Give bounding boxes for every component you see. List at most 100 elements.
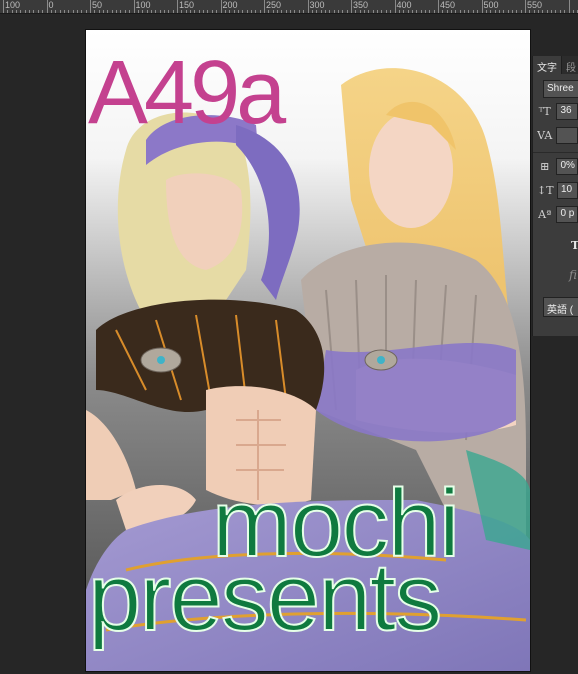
tracking-field[interactable] xyxy=(556,127,578,144)
baseline-field[interactable]: 0 p xyxy=(556,206,578,223)
ruler-minor-tick xyxy=(203,10,205,13)
ruler-minor-tick xyxy=(498,10,500,13)
ruler-major-tick xyxy=(307,0,309,13)
ruler-minor-tick xyxy=(81,10,83,13)
ruler-major-tick xyxy=(438,0,439,13)
ruler-minor-tick xyxy=(124,10,126,13)
ruler-minor-tick xyxy=(407,10,409,13)
ruler-minor-tick xyxy=(455,10,457,13)
tab-character[interactable]: 文字 xyxy=(533,56,562,74)
tab-paragraph[interactable]: 段 xyxy=(562,56,578,74)
ruler-minor-tick xyxy=(16,10,18,13)
ruler-major-tick xyxy=(394,0,396,13)
ligature-button[interactable]: fi xyxy=(569,268,577,282)
ruler-minor-tick xyxy=(207,10,209,13)
ruler-minor-tick xyxy=(242,10,244,13)
ruler-label: 150 xyxy=(179,0,195,10)
ruler-minor-tick xyxy=(107,10,109,13)
ruler-minor-tick xyxy=(20,10,22,13)
ruler-minor-tick xyxy=(320,10,322,13)
document-canvas[interactable]: A49a mochi presents xyxy=(86,30,530,671)
ruler-label: 550 xyxy=(527,0,543,10)
ruler-minor-tick xyxy=(155,10,157,13)
ruler-minor-tick xyxy=(198,10,200,13)
ruler-minor-tick xyxy=(298,10,300,13)
ruler-minor-tick xyxy=(172,10,174,13)
ruler-minor-tick xyxy=(459,10,461,13)
ruler-minor-tick xyxy=(237,10,239,13)
ruler-minor-tick xyxy=(446,10,448,13)
ruler-minor-tick xyxy=(472,10,474,13)
style-row: T xyxy=(533,233,578,257)
photoshop-window: 100 0 50 100 150 200 250 300 350 400 450 500 550 xyxy=(0,0,578,674)
ruler-minor-tick xyxy=(290,10,292,13)
panel-divider xyxy=(533,152,578,153)
ruler-minor-tick xyxy=(420,10,422,13)
leading-field[interactable]: 10 xyxy=(557,182,578,199)
ruler-minor-tick xyxy=(555,10,557,13)
ruler-minor-tick xyxy=(538,10,540,13)
ruler-minor-tick xyxy=(233,10,235,13)
ruler-minor-tick xyxy=(42,10,44,13)
ruler-minor-tick xyxy=(546,10,548,13)
ruler-minor-tick xyxy=(277,10,279,13)
ruler-major-tick xyxy=(3,0,4,13)
tracking-icon: VA xyxy=(537,129,553,142)
ruler-minor-tick xyxy=(7,10,9,13)
ruler-minor-tick xyxy=(303,10,305,13)
leading-row: ↕T 10 xyxy=(533,180,578,201)
ruler-minor-tick xyxy=(137,10,139,13)
ruler-minor-tick xyxy=(468,10,470,13)
ruler-minor-tick xyxy=(190,10,192,13)
ruler-major-tick xyxy=(133,0,135,13)
ruler-minor-tick xyxy=(76,10,78,13)
ruler-minor-tick xyxy=(507,10,509,13)
language-select[interactable]: 英語 ( xyxy=(543,297,578,317)
ruler-minor-tick xyxy=(564,10,566,13)
ruler-minor-tick xyxy=(150,10,152,13)
ruler-minor-tick xyxy=(194,10,196,13)
ruler-label: 250 xyxy=(266,0,282,10)
ruler-minor-tick xyxy=(451,10,453,13)
ruler-minor-tick xyxy=(403,10,405,13)
canvas-area[interactable]: A49a mochi presents xyxy=(0,15,530,674)
ruler-minor-tick xyxy=(168,10,170,13)
ruler-minor-tick xyxy=(250,10,252,13)
ruler-minor-tick xyxy=(216,10,218,13)
horizontal-ruler[interactable]: 100 0 50 100 150 200 250 300 350 400 450 500 550 xyxy=(0,0,578,14)
faux-style-button[interactable]: T xyxy=(571,239,578,252)
scale-row: ⊞ 0% xyxy=(533,156,578,177)
ruler-minor-tick xyxy=(529,10,531,13)
scale-field[interactable]: 0% xyxy=(556,158,578,175)
ruler-minor-tick xyxy=(281,10,283,13)
ruler-minor-tick xyxy=(398,10,400,13)
ruler-minor-tick xyxy=(246,10,248,13)
baseline-row: Aª 0 p xyxy=(533,204,578,225)
ruler-minor-tick xyxy=(120,10,122,13)
ruler-label: 500 xyxy=(483,0,499,10)
font-size-row: ᵀT 36 xyxy=(533,101,578,122)
ruler-minor-tick xyxy=(146,10,148,13)
ruler-minor-tick xyxy=(185,10,187,13)
font-size-field[interactable]: 36 xyxy=(556,103,578,120)
ruler-major-tick xyxy=(351,0,352,13)
panel-tabs: 文字 段 xyxy=(533,56,578,74)
ruler-minor-tick xyxy=(11,10,13,13)
ruler-major-tick xyxy=(481,0,483,13)
ruler-label: 100 xyxy=(135,0,151,10)
ruler-minor-tick xyxy=(464,10,466,13)
tracking-row: VA xyxy=(533,125,578,146)
ruler-major-tick xyxy=(525,0,526,13)
ruler-minor-tick xyxy=(377,10,379,13)
font-family-select[interactable]: Shree xyxy=(543,80,578,98)
ruler-label: 350 xyxy=(353,0,369,10)
ruler-major-tick xyxy=(46,0,48,13)
ruler-minor-tick xyxy=(490,10,492,13)
ruler-minor-tick xyxy=(94,10,96,13)
ruler-label: 0 xyxy=(48,0,54,10)
ruler-minor-tick xyxy=(416,10,418,13)
character-panel: 文字 段 Shree ᵀT 36 VA ⊞ 0% ↕T 10 Aª 0 p T … xyxy=(532,56,578,336)
ruler-minor-tick xyxy=(364,10,366,13)
ruler-minor-tick xyxy=(372,10,374,13)
ruler-minor-tick xyxy=(520,10,522,13)
